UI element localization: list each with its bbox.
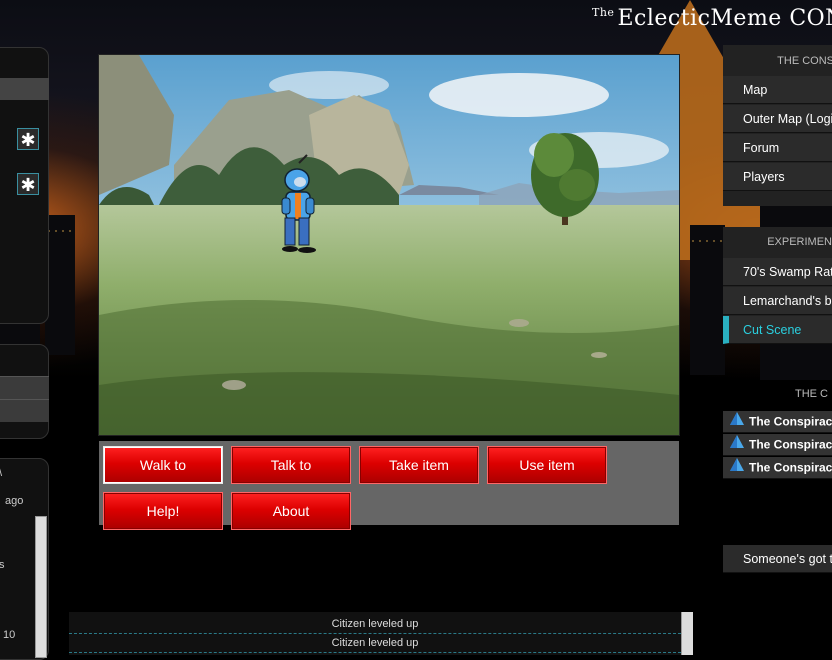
activity-fragment: ago — [5, 495, 24, 507]
star-icon[interactable]: ✱ — [17, 128, 39, 150]
sidebar-item-outer-map[interactable]: Outer Map (Logi — [723, 105, 832, 133]
conspiracy-link-label: The Conspirac — [749, 414, 832, 429]
sidebar-item-players[interactable]: Players — [723, 163, 832, 191]
log-line: Citizen leveled up — [69, 615, 681, 634]
talk-to-button[interactable]: Talk to — [231, 446, 351, 484]
game-viewport[interactable] — [98, 54, 680, 436]
pyramid-icon — [729, 411, 745, 432]
conspiracy-link-label: The Conspirac — [749, 437, 832, 452]
pyramid-icon — [729, 434, 745, 455]
star-icon[interactable]: ✱ — [17, 173, 39, 195]
conspiracy-link[interactable]: The Conspirac — [723, 457, 832, 479]
use-item-button[interactable]: Use item — [487, 446, 607, 484]
sidebar-section-title: THE CONS — [777, 55, 832, 67]
left-panel-header-bar — [0, 78, 49, 100]
activity-log: Citizen leveled up Citizen leveled up — [69, 612, 693, 655]
building-lights — [692, 240, 722, 242]
left-panel-account: ✱ ✱ — [0, 47, 49, 324]
building-silhouette — [45, 215, 75, 355]
sidebar-section-title: THE C — [795, 388, 828, 400]
conspiracy-link[interactable]: The Conspirac — [723, 434, 832, 456]
conspiracy-link-label: The Conspirac — [749, 460, 832, 475]
help-button[interactable]: Help! — [103, 492, 223, 530]
sidebar-item-lemarchand[interactable]: Lemarchand's b — [723, 287, 832, 315]
building-silhouette — [690, 225, 725, 375]
site-brand[interactable]: The EclecticMeme CON — [592, 6, 832, 31]
left-panel-nav — [0, 344, 49, 439]
conspiracy-link[interactable]: The Conspirac — [723, 411, 832, 433]
left-panel-row[interactable] — [0, 376, 49, 399]
log-scrollbar[interactable] — [681, 612, 693, 655]
activity-fragment: 10 — [3, 629, 16, 641]
brand-the: The — [592, 6, 615, 19]
sidebar-item-footer[interactable]: Someone's got to — [723, 545, 832, 573]
walk-to-button[interactable]: Walk to — [103, 446, 223, 484]
left-panel-row[interactable] — [0, 399, 49, 422]
sidebar-item-cut-scene[interactable]: Cut Scene — [723, 316, 832, 344]
sidebar-item-forum[interactable]: Forum — [723, 134, 832, 162]
sidebar-section-title: EXPERIMEN — [767, 236, 832, 248]
activity-scrollbar[interactable] — [35, 516, 47, 658]
take-item-button[interactable]: Take item — [359, 446, 479, 484]
activity-fragment: \ — [0, 467, 2, 479]
verb-bar: Walk to Talk to Take item Use item Help!… — [99, 441, 679, 530]
log-line: Citizen leveled up — [69, 634, 681, 653]
pyramid-icon — [729, 457, 745, 478]
brand-name: EclecticMeme CON — [617, 6, 832, 31]
activity-fragment: s — [0, 559, 5, 571]
about-button[interactable]: About — [231, 492, 351, 530]
sidebar-item-swamp-rat[interactable]: 70's Swamp Rat — [723, 258, 832, 286]
left-panel-activity: \ ago s 10 — [0, 458, 49, 660]
building-lights — [48, 230, 73, 232]
sidebar-item-map[interactable]: Map — [723, 76, 832, 104]
game-scene[interactable] — [99, 55, 679, 435]
